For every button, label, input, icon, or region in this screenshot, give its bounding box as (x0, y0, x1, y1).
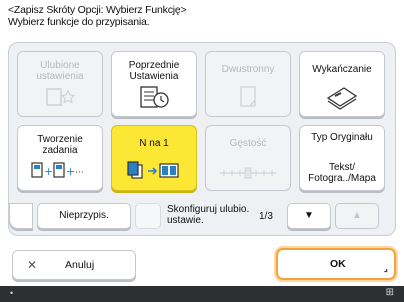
header-instruction: Wybierz funkcje do przypisania. (8, 16, 150, 28)
svg-text:+: + (66, 165, 75, 178)
job-build-button[interactable]: Tworzenie zadania + + ··· (17, 125, 103, 191)
page-indicator: 1/3 (259, 211, 273, 222)
previous-settings-label: Poprzednie Ustawienia (128, 60, 180, 82)
ok-button[interactable]: OK ⌟ (276, 248, 396, 280)
previous-settings-button[interactable]: Poprzednie Ustawienia (111, 51, 197, 117)
triangle-down-icon: ▼ (304, 210, 314, 221)
enter-corner-icon: ⌟ (383, 263, 388, 273)
screen-header: <Zapisz Skróty Opcji: Wybierz Funkcję> W… (8, 4, 400, 28)
cancel-label: Anuluj (65, 259, 95, 271)
ok-label: OK (330, 258, 346, 270)
duplex-icon (206, 84, 290, 110)
svg-text:···: ··· (75, 168, 84, 178)
pager-row: Nieprzypis. Skonfiguruj ulubio. ustawie.… (9, 203, 395, 231)
status-monitor-icon[interactable]: ⊞ (386, 287, 394, 298)
favorite-settings-button: Ulubione ustawienia (17, 51, 103, 117)
n-on-1-button[interactable]: N na 1 (111, 125, 197, 191)
finishing-button[interactable]: Wykańczanie (299, 51, 385, 117)
original-type-value: Tekst/ Fotogra../Mapa (308, 162, 376, 184)
original-type-button[interactable]: Typ Oryginału Tekst/ Fotogra../Mapa (299, 125, 385, 191)
unassign-label: Nieprzypis. (59, 210, 109, 221)
previous-settings-icon (112, 84, 196, 110)
job-build-label: Tworzenie zadania (37, 134, 83, 156)
density-slider-icon (206, 158, 290, 184)
triangle-up-icon: ▲ (352, 210, 362, 221)
job-build-icon: + + ··· (18, 158, 102, 184)
n-on-1-icon (112, 158, 196, 184)
favorite-settings-label: Ulubione ustawienia (36, 60, 84, 82)
configure-spacer (135, 203, 161, 229)
svg-text:+: + (44, 165, 53, 178)
original-type-label: Typ Oryginału (311, 132, 373, 143)
unassign-button[interactable]: Nieprzypis. (37, 203, 131, 229)
duplex-label: Dwustronny (221, 64, 275, 75)
status-bar: • ⊞ (0, 286, 404, 302)
cancel-button[interactable]: ✕ Anuluj (12, 250, 136, 280)
configure-favorites-label[interactable]: Skonfiguruj ulubio. ustawie. (167, 204, 263, 226)
finishing-icon (300, 84, 384, 110)
n-on-1-label: N na 1 (139, 138, 169, 149)
density-button: Gęstość (205, 125, 291, 191)
finishing-label: Wykańczanie (312, 64, 372, 75)
scroll-down-button[interactable]: ▼ (287, 203, 331, 229)
function-panel: Ulubione ustawienia Poprzednie Ustawieni… (8, 42, 396, 236)
scroll-up-button: ▲ (335, 203, 379, 229)
close-x-icon: ✕ (27, 258, 38, 272)
left-spacer-button (9, 203, 33, 229)
density-label: Gęstość (229, 138, 267, 149)
header-title: <Zapisz Skróty Opcji: Wybierz Funkcję> (8, 4, 187, 16)
star-list-icon (18, 84, 102, 110)
status-dot-icon: • (10, 288, 14, 298)
duplex-button: Dwustronny (205, 51, 291, 117)
